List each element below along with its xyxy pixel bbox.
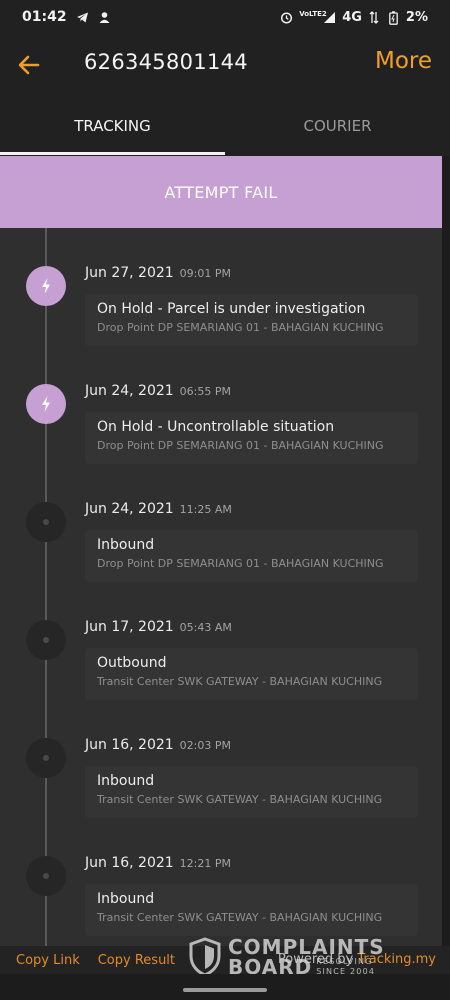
event-time: 02:03 PM bbox=[179, 739, 231, 752]
event-time: 06:55 PM bbox=[179, 385, 231, 398]
tab-courier[interactable]: COURIER bbox=[225, 96, 450, 156]
more-button[interactable]: More bbox=[375, 48, 432, 74]
tracking-number-title: 626345801144 bbox=[84, 50, 248, 74]
event-detail: Inbound Transit Center SWK GATEWAY - BAH… bbox=[85, 884, 418, 936]
event-date: Jun 24, 2021 06:55 PM bbox=[85, 383, 231, 399]
shield-logo-icon bbox=[189, 937, 221, 977]
lightning-icon bbox=[42, 278, 50, 294]
event-date: Jun 16, 2021 02:03 PM bbox=[85, 737, 231, 753]
copy-link-button[interactable]: Copy Link bbox=[16, 953, 80, 968]
event-location: Drop Point DP SEMARIANG 01 - BAHAGIAN KU… bbox=[97, 321, 384, 334]
event-location: Transit Center SWK GATEWAY - BAHAGIAN KU… bbox=[97, 911, 383, 924]
person-icon bbox=[98, 11, 111, 24]
event-location: Drop Point DP SEMARIANG 01 - BAHAGIAN KU… bbox=[97, 557, 384, 570]
event-marker bbox=[26, 266, 66, 306]
event-status: Outbound bbox=[97, 655, 167, 671]
event-date: Jun 17, 2021 05:43 AM bbox=[85, 619, 232, 635]
system-nav-bar bbox=[0, 974, 450, 1000]
event-status: On Hold - Uncontrollable situation bbox=[97, 419, 335, 435]
event-location: Transit Center SWK GATEWAY - BAHAGIAN KU… bbox=[97, 793, 383, 806]
event-location: Transit Center SWK GATEWAY - BAHAGIAN KU… bbox=[97, 675, 383, 688]
event-status: On Hold - Parcel is under investigation bbox=[97, 301, 366, 317]
event-status: Inbound bbox=[97, 537, 155, 553]
tab-tracking[interactable]: TRACKING bbox=[0, 96, 225, 156]
event-marker bbox=[26, 620, 66, 660]
timeline-event: Jun 27, 2021 09:01 PM On Hold - Parcel is… bbox=[0, 244, 442, 362]
event-date: Jun 16, 2021 12:21 PM bbox=[85, 855, 231, 871]
event-time: 05:43 AM bbox=[179, 621, 232, 634]
event-date: Jun 24, 2021 11:25 AM bbox=[85, 501, 232, 517]
telegram-icon bbox=[76, 11, 89, 24]
event-status: Inbound bbox=[97, 773, 155, 789]
data-arrows-icon bbox=[368, 10, 381, 24]
event-time: 09:01 PM bbox=[179, 267, 231, 280]
battery-level: 2% bbox=[405, 9, 428, 25]
signal-icon bbox=[323, 11, 336, 24]
event-time: 11:25 AM bbox=[179, 503, 232, 516]
event-status: Inbound bbox=[97, 891, 155, 907]
alarm-icon bbox=[280, 11, 293, 24]
status-banner: ATTEMPT FAIL bbox=[0, 156, 442, 228]
status-bar: 01:42 VoLTE2 4G 2% bbox=[0, 0, 450, 34]
tracking-card: ATTEMPT FAIL Jun 27, 2021 09:01 PM On Hol… bbox=[0, 156, 442, 946]
clock: 01:42 bbox=[22, 9, 67, 25]
event-time: 12:21 PM bbox=[179, 857, 231, 870]
event-marker bbox=[26, 856, 66, 896]
event-detail: Inbound Drop Point DP SEMARIANG 01 - BAH… bbox=[85, 530, 418, 582]
event-detail: Outbound Transit Center SWK GATEWAY - BA… bbox=[85, 648, 418, 700]
active-tab-indicator bbox=[0, 152, 225, 155]
battery-icon bbox=[387, 10, 400, 25]
timeline-event: Jun 24, 2021 11:25 AM Inbound Drop Point … bbox=[0, 480, 442, 598]
timeline-event: Jun 16, 2021 02:03 PM Inbound Transit Cen… bbox=[0, 716, 442, 834]
lightning-icon bbox=[42, 396, 50, 412]
event-date: Jun 27, 2021 09:01 PM bbox=[85, 265, 231, 281]
timeline-event: Jun 16, 2021 12:21 PM Inbound Transit Cen… bbox=[0, 834, 442, 946]
copy-result-button[interactable]: Copy Result bbox=[98, 953, 175, 968]
timeline-event: Jun 24, 2021 06:55 PM On Hold - Uncontrol… bbox=[0, 362, 442, 480]
network-type: 4G bbox=[342, 9, 362, 25]
event-detail: On Hold - Uncontrollable situation Drop … bbox=[85, 412, 418, 464]
event-marker bbox=[26, 384, 66, 424]
event-detail: On Hold - Parcel is under investigation … bbox=[85, 294, 418, 346]
back-arrow-icon[interactable] bbox=[16, 52, 42, 78]
watermark-line1: COMPLAINTS bbox=[228, 935, 385, 959]
event-marker bbox=[26, 738, 66, 778]
timeline-event: Jun 17, 2021 05:43 AM Outbound Transit Ce… bbox=[0, 598, 442, 716]
home-gesture-handle[interactable] bbox=[183, 988, 267, 992]
watermark-text: COMPLAINTS BOARD RESOLVING SINCE 2004 bbox=[228, 937, 385, 977]
event-detail: Inbound Transit Center SWK GATEWAY - BAH… bbox=[85, 766, 418, 818]
app-bar: 626345801144 More bbox=[0, 34, 450, 96]
volte-icon: VoLTE2 bbox=[299, 9, 327, 18]
event-location: Drop Point DP SEMARIANG 01 - BAHAGIAN KU… bbox=[97, 439, 384, 452]
tab-bar: TRACKING COURIER bbox=[0, 96, 450, 156]
event-marker bbox=[26, 502, 66, 542]
